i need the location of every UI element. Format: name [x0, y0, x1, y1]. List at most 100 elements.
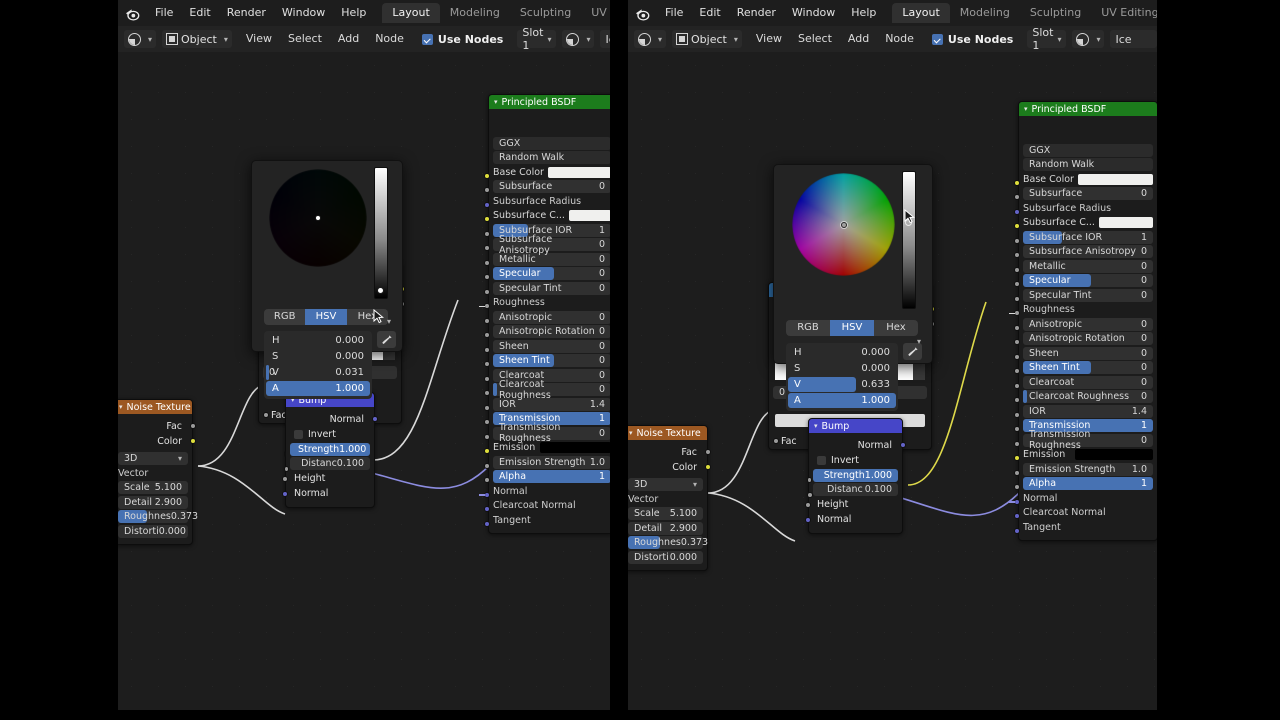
menu-node[interactable]: Node: [877, 26, 922, 52]
bump-input-normal[interactable]: Normal: [282, 487, 370, 501]
input-socket-specular[interactable]: [484, 274, 490, 280]
bsdf-row-11[interactable]: Anisotropic Rotation 0: [1023, 332, 1153, 345]
input-socket-transmission[interactable]: [484, 419, 490, 425]
collapse-arrow-icon[interactable]: ▾: [119, 403, 123, 411]
tab-hex[interactable]: Hex: [874, 320, 918, 336]
bsdf-row-14[interactable]: Clearcoat 0: [1023, 375, 1153, 389]
bsdf-row-18[interactable]: Transmission Roughness 0: [1023, 429, 1153, 451]
input-socket-subsurface[interactable]: [1014, 194, 1020, 200]
input-socket-clearcoat-normal[interactable]: [484, 506, 490, 512]
input-socket-sheen[interactable]: [1014, 353, 1020, 360]
input-socket-sheen-tint[interactable]: [1014, 368, 1020, 374]
node-header[interactable]: ▾ Noise Texture: [628, 426, 707, 440]
noise-output-fac[interactable]: Fac: [628, 445, 711, 459]
picker-mode-tabs-right[interactable]: RGB HSV Hex: [786, 320, 918, 336]
input-socket-subsurface-anisotropy[interactable]: [1014, 252, 1020, 258]
input-socket-alpha[interactable]: [1014, 484, 1020, 490]
input-socket-anisotropic-rotation[interactable]: [484, 332, 490, 338]
input-socket-distance[interactable]: [807, 491, 813, 498]
menu-window[interactable]: Window: [784, 0, 843, 26]
shader-type-dropdown[interactable]: Object ▾: [162, 30, 232, 48]
node-header[interactable]: ▾ Principled BSDF: [1019, 102, 1157, 116]
noise-field-detail[interactable]: Detail 2.900: [118, 495, 188, 509]
input-socket-subsurface[interactable]: [484, 187, 490, 193]
material-name-field[interactable]: Ice: [600, 30, 610, 48]
bump-input-normal[interactable]: Normal: [805, 513, 898, 527]
tab-hsv[interactable]: HSV: [305, 309, 347, 325]
input-socket-emission-strength[interactable]: [1014, 469, 1020, 476]
menu-help[interactable]: Help: [333, 0, 374, 26]
noise-field-roughness[interactable]: Roughnes 0.373: [118, 510, 198, 523]
input-socket-subsurface-anisotropy[interactable]: [484, 245, 490, 251]
value-row-h[interactable]: H 0.000: [788, 345, 896, 360]
input-socket-distance[interactable]: [284, 465, 290, 472]
input-socket-alpha[interactable]: [484, 477, 490, 483]
bsdf-row-1[interactable]: Subsurface 0: [1023, 187, 1153, 200]
tab-rgb[interactable]: RGB: [786, 320, 830, 336]
tab-uv-editing[interactable]: UV Editing: [1091, 3, 1157, 23]
input-socket-anisotropic[interactable]: [484, 317, 490, 324]
blender-logo-icon[interactable]: [634, 5, 651, 22]
bsdf-row-21[interactable]: Alpha 1: [493, 470, 610, 483]
input-socket-transmission-roughness[interactable]: [1014, 440, 1020, 447]
input-socket-anisotropic-rotation[interactable]: [1014, 339, 1020, 345]
input-socket-emission-strength[interactable]: [484, 462, 490, 469]
bsdf-row-10[interactable]: Anisotropic 0: [493, 310, 610, 324]
bsdf-row-21[interactable]: Alpha 1: [1023, 477, 1153, 490]
node-header[interactable]: ▾ Principled BSDF: [489, 95, 610, 109]
menu-render[interactable]: Render: [729, 0, 784, 26]
bump-invert-checkbox[interactable]: Invert: [290, 427, 370, 441]
bsdf-row-11[interactable]: Anisotropic Rotation 0: [493, 325, 610, 338]
tab-layout[interactable]: Layout: [382, 3, 440, 23]
input-socket-normal[interactable]: [805, 516, 811, 523]
input-socket-sheen-tint[interactable]: [484, 361, 490, 367]
node-principled-bsdf-left[interactable]: ▾ Principled BSDF GGX Random Walk Base Col…: [479, 94, 610, 534]
bsdf-distribution-dropdown[interactable]: GGX: [493, 136, 610, 150]
menu-select[interactable]: Select: [790, 26, 840, 52]
node-header[interactable]: ▾ Noise Texture: [118, 400, 192, 414]
noise-field-distortion[interactable]: Distorti 0.000: [628, 550, 703, 564]
color-picker-popover-right[interactable]: RGB HSV Hex H 0.000 S 0.000 V 0.633 A 1.…: [773, 164, 933, 411]
node-canvas-right[interactable]: Color Alpha ▾ 0: [628, 52, 1157, 710]
bsdf-row-5[interactable]: Subsurface Anisotropy 0: [493, 234, 610, 256]
value-row-v[interactable]: V 0.031: [266, 365, 370, 380]
bsdf-row-20[interactable]: Emission Strength 1.0: [493, 455, 610, 469]
menu-help[interactable]: Help: [843, 0, 884, 26]
value-row-a[interactable]: A 1.000: [788, 393, 896, 408]
menu-view[interactable]: View: [238, 26, 280, 52]
input-socket-specular-tint[interactable]: [1014, 295, 1020, 302]
bsdf-row-7[interactable]: Specular 0: [493, 267, 610, 280]
noise-field-detail[interactable]: Detail 2.900: [628, 521, 703, 535]
input-socket-subsurface-ior[interactable]: [1014, 237, 1020, 244]
input-socket-clearcoat-normal[interactable]: [1014, 513, 1020, 519]
tab-rgb[interactable]: RGB: [264, 309, 305, 325]
input-socket-base-color[interactable]: [1014, 179, 1020, 186]
output-socket-normal[interactable]: [372, 416, 378, 422]
input-socket-tangent[interactable]: [484, 520, 490, 527]
tab-modeling[interactable]: Modeling: [440, 3, 510, 23]
editor-type-button[interactable]: ▾: [634, 30, 667, 48]
menu-select[interactable]: Select: [280, 26, 330, 52]
input-socket-clearcoat-roughness[interactable]: [1014, 397, 1020, 403]
picker-mode-tabs-left[interactable]: RGB HSV Hex: [264, 309, 388, 325]
bsdf-row-15[interactable]: Clearcoat Roughness 0: [493, 379, 610, 401]
menu-node[interactable]: Node: [367, 26, 412, 52]
bsdf-row-12[interactable]: Sheen 0: [1023, 346, 1153, 360]
input-socket-sheen[interactable]: [484, 346, 490, 353]
bsdf-row-0[interactable]: Base Color: [493, 166, 610, 179]
menu-window[interactable]: Window: [274, 0, 333, 26]
node-principled-bsdf-right[interactable]: ▾ Principled BSDF GGX Random Walk Base Col…: [1009, 101, 1157, 541]
material-browse-button[interactable]: ▾: [562, 30, 595, 48]
bump-field-strength[interactable]: Strength 1.000: [284, 442, 370, 457]
node-header[interactable]: ▾ Bump: [809, 419, 902, 433]
tab-hsv[interactable]: HSV: [830, 320, 874, 336]
tab-sculpting[interactable]: Sculpting: [510, 3, 581, 23]
bsdf-row-7[interactable]: Specular 0: [1023, 274, 1153, 287]
color-wheel-handle-right[interactable]: [841, 222, 847, 228]
material-browse-button[interactable]: ▾: [1072, 30, 1105, 48]
value-row-s[interactable]: S 0.000: [266, 349, 370, 364]
bsdf-row-12[interactable]: Sheen 0: [493, 339, 610, 353]
input-socket-subsurface-c[interactable]: [1014, 223, 1020, 229]
slot-dropdown[interactable]: Slot 1 ▾: [517, 26, 557, 52]
input-socket-tangent[interactable]: [1014, 527, 1020, 534]
